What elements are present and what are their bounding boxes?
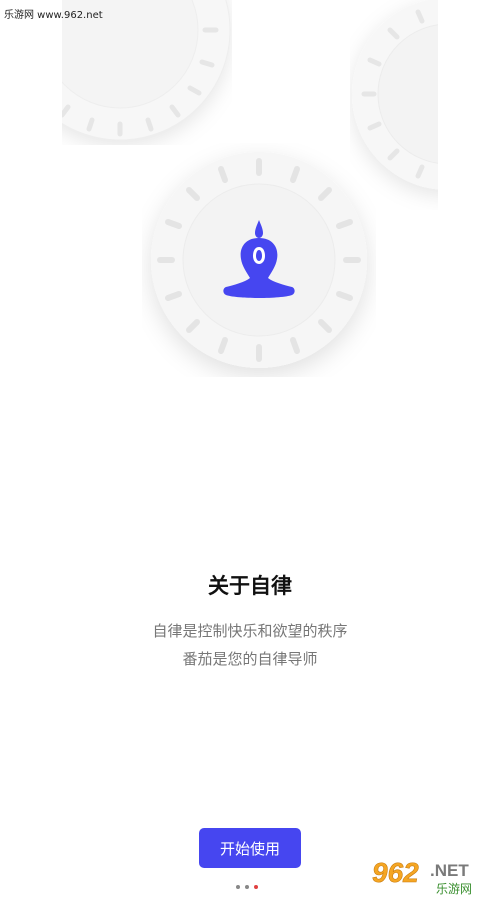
dial-decoration-top-left bbox=[62, 0, 231, 141]
description-line-1: 自律是控制快乐和欲望的秩序 bbox=[152, 622, 348, 640]
watermark-logo: 962 .NET 乐游网 bbox=[364, 852, 496, 898]
watermark-text: 乐游网 www.962.net bbox=[4, 10, 103, 21]
page-dot-3-active[interactable] bbox=[254, 885, 258, 889]
page-dot-2[interactable] bbox=[245, 885, 249, 889]
center-dial-badge bbox=[151, 152, 367, 368]
watermark-logo-sub: 乐游网 bbox=[436, 882, 472, 896]
description-line-2: 番茄是您的自律导师 bbox=[182, 650, 318, 668]
onboarding-screen: 乐游网 www.962.net 关于自律 自律是控制快乐和欲望的秩序 番茄是您的… bbox=[0, 0, 500, 900]
watermark-logo-net: .NET bbox=[430, 861, 469, 880]
start-button[interactable]: 开始使用 bbox=[199, 828, 301, 868]
page-indicator bbox=[236, 885, 258, 889]
page-dot-1[interactable] bbox=[236, 885, 240, 889]
page-title: 关于自律 bbox=[208, 574, 292, 598]
watermark-logo-main: 962 bbox=[372, 857, 419, 888]
